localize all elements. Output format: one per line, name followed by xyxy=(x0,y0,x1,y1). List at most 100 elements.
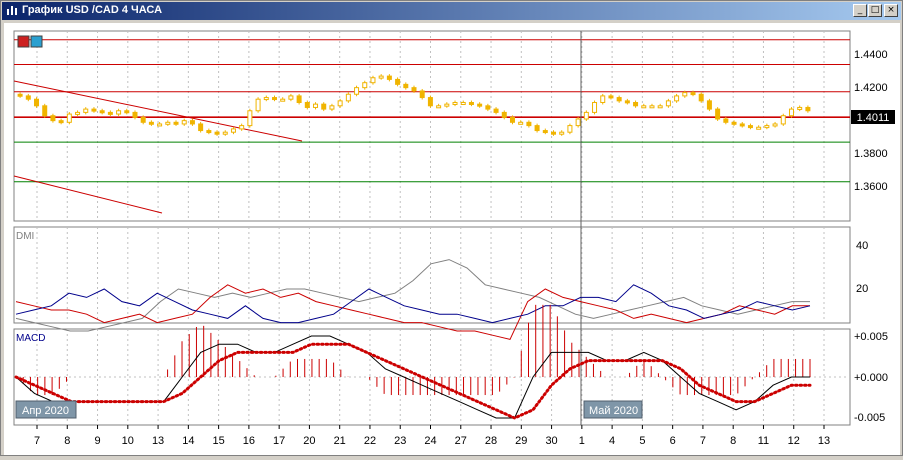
close-button[interactable]: × xyxy=(884,4,898,17)
macd-tick: +0.000 xyxy=(854,372,888,384)
date-label: 23 xyxy=(394,435,406,447)
date-label: 28 xyxy=(485,435,497,447)
candle-body xyxy=(107,111,113,115)
candle-body xyxy=(34,98,40,107)
date-label: 16 xyxy=(243,435,255,447)
detach-chart-button[interactable] xyxy=(30,35,43,48)
dmi-axis: 40 20 xyxy=(856,240,868,295)
price-tick: 1.4400 xyxy=(854,49,888,61)
candle-body xyxy=(477,103,483,107)
candle-body xyxy=(731,121,737,125)
candle-body xyxy=(682,92,688,97)
candle-body xyxy=(600,95,606,104)
date-label: 10 xyxy=(122,435,134,447)
candle-body xyxy=(444,103,450,107)
title-bar[interactable]: График USD /CAD 4 ЧАСА _ □ × xyxy=(2,2,901,20)
maximize-button[interactable]: □ xyxy=(868,4,882,17)
candle-body xyxy=(239,125,245,130)
date-label: 22 xyxy=(364,435,376,447)
candle-body xyxy=(296,95,302,104)
candle-body xyxy=(66,113,72,123)
date-label: 8 xyxy=(64,435,70,447)
candle-body xyxy=(345,93,351,102)
candle-body xyxy=(329,105,335,110)
date-label: 24 xyxy=(424,435,436,447)
candle-body xyxy=(91,108,97,112)
candle-body xyxy=(99,110,105,114)
candle-body xyxy=(124,110,130,114)
candle-body xyxy=(148,121,154,125)
date-label: 29 xyxy=(515,435,527,447)
month-label-may: Май 2020 xyxy=(589,405,638,417)
candle-body xyxy=(633,102,639,107)
candle-body xyxy=(263,97,269,101)
macd-tick: +0.005 xyxy=(854,331,888,343)
candle-body xyxy=(288,95,294,100)
candle-body xyxy=(764,125,770,129)
candle-body xyxy=(551,131,557,135)
price-panel[interactable] xyxy=(13,30,851,222)
candle-body xyxy=(526,121,532,127)
candle-body xyxy=(665,100,671,107)
chart-canvas[interactable]: 1.4011 1.4400 1.4200 1.3800 1.3600 DMI 4… xyxy=(4,23,900,455)
candle-body xyxy=(189,120,195,125)
candle-body xyxy=(723,118,729,123)
candle-body xyxy=(747,125,753,129)
candle-body xyxy=(75,111,81,115)
candle-body xyxy=(83,108,89,113)
candle-body xyxy=(370,77,376,84)
date-label: 1 xyxy=(579,435,585,447)
candle-body xyxy=(378,75,384,79)
date-label: 27 xyxy=(455,435,467,447)
candle-body xyxy=(255,98,261,112)
candle-body xyxy=(304,102,310,108)
candle-body xyxy=(501,111,507,118)
candle-body xyxy=(715,108,721,120)
candle-body xyxy=(58,120,64,124)
date-label: 11 xyxy=(758,435,769,447)
date-label: 14 xyxy=(182,435,194,447)
candle-body xyxy=(181,120,187,125)
date-label: 5 xyxy=(639,435,645,447)
date-label: 30 xyxy=(545,435,557,447)
dmi-panel[interactable] xyxy=(13,226,851,324)
date-label: 13 xyxy=(818,435,830,447)
chart-area[interactable]: 1.4011 1.4400 1.4200 1.3800 1.3600 DMI 4… xyxy=(4,23,900,455)
chart-window: График USD /CAD 4 ЧАСА _ □ × 1.4011 1.44… xyxy=(0,0,903,456)
candle-body xyxy=(805,106,811,112)
candle-body xyxy=(559,131,565,135)
close-chart-button[interactable] xyxy=(17,35,30,48)
candle-body xyxy=(436,105,442,109)
candle-body xyxy=(386,75,392,80)
candle-body xyxy=(493,108,499,113)
candle-body xyxy=(247,110,253,127)
minimize-button[interactable]: _ xyxy=(853,4,867,17)
candle-body xyxy=(690,92,696,96)
candle-body xyxy=(460,102,466,105)
candle-body xyxy=(362,82,368,89)
candle-body xyxy=(788,108,794,117)
date-label: 9 xyxy=(94,435,100,447)
date-axis: 7 8 9 10 13 14 15 16 17 20 21 22 23 24 27 28 29 30 1 4 5 6 7 8 1… xyxy=(34,425,830,447)
candle-body xyxy=(271,97,277,101)
candle-body xyxy=(411,87,417,92)
candle-body xyxy=(649,105,655,109)
date-label: 12 xyxy=(788,435,800,447)
date-label: 17 xyxy=(273,435,285,447)
candle-body xyxy=(567,125,573,133)
candle-body xyxy=(230,128,236,133)
date-label: 13 xyxy=(152,435,164,447)
window-title: График USD /CAD 4 ЧАСА xyxy=(22,4,163,16)
candle-body xyxy=(509,116,515,123)
price-tick: 1.4200 xyxy=(854,82,888,94)
macd-label: MACD xyxy=(16,333,45,344)
dmi-tick: 40 xyxy=(856,240,868,252)
candle-body xyxy=(616,97,622,102)
macd-tick: -0.005 xyxy=(854,412,885,424)
date-label: 15 xyxy=(212,435,224,447)
candle-body xyxy=(395,78,401,85)
candle-body xyxy=(739,123,745,127)
candle-body xyxy=(485,105,491,110)
date-label: 8 xyxy=(730,435,736,447)
candle-body xyxy=(427,97,433,107)
